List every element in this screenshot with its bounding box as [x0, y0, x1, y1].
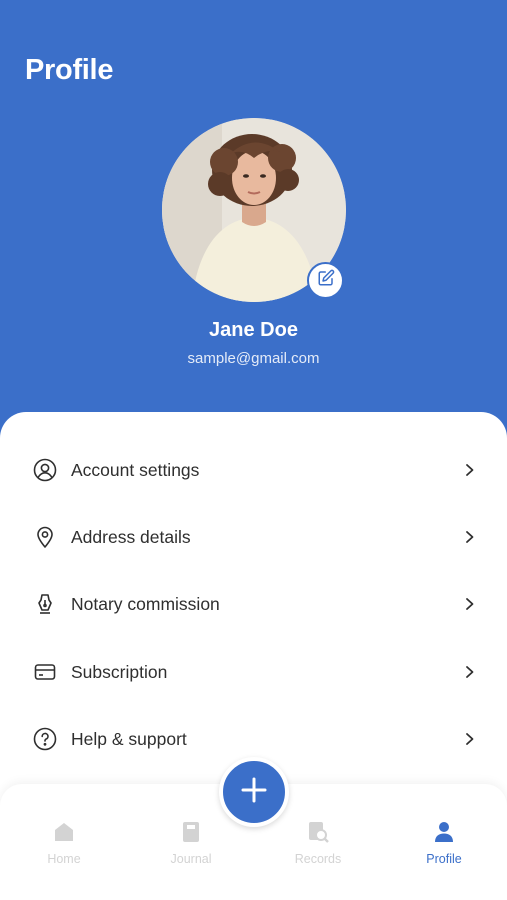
add-button[interactable]: [219, 757, 289, 827]
edit-icon: [317, 269, 335, 292]
avatar-container: [162, 118, 346, 302]
journal-icon: [177, 818, 205, 846]
menu-item-label: Help & support: [71, 728, 187, 749]
pen-nib-icon: [32, 591, 58, 617]
nav-item-records[interactable]: Records: [273, 818, 363, 868]
chevron-right-icon: [462, 529, 478, 545]
menu-item-label: Subscription: [71, 661, 168, 682]
menu-item-label: Address details: [71, 526, 191, 547]
chevron-right-icon: [462, 731, 478, 747]
credit-card-icon: [32, 659, 58, 685]
map-pin-icon: [32, 524, 58, 550]
nav-item-journal[interactable]: Journal: [146, 818, 236, 868]
nav-item-home[interactable]: Home: [19, 818, 109, 868]
plus-icon: [240, 776, 268, 809]
chevron-right-icon: [462, 462, 478, 478]
menu-item-label: Account settings: [71, 459, 200, 480]
nav-label: Profile: [426, 852, 462, 866]
user-email: sample@gmail.com: [187, 350, 320, 367]
edit-avatar-button[interactable]: [307, 262, 344, 299]
profile-icon: [430, 818, 458, 846]
chevron-right-icon: [462, 664, 478, 680]
nav-label: Records: [294, 852, 342, 866]
chevron-right-icon: [462, 596, 478, 612]
page-title: Profile: [25, 54, 114, 86]
user-circle-icon: [32, 457, 58, 483]
menu-item-subscription[interactable]: Subscription: [0, 642, 507, 702]
nav-label: Journal: [170, 852, 212, 866]
home-icon: [50, 818, 78, 846]
nav-item-profile[interactable]: Profile: [399, 818, 489, 868]
nav-label: Home: [47, 852, 81, 866]
profile-header: Profile Jane Doe sample@gmail.com: [0, 0, 507, 430]
user-name: Jane Doe: [209, 319, 298, 341]
menu-item-address-details[interactable]: Address details: [0, 507, 507, 567]
menu-item-label: Notary commission: [71, 593, 220, 614]
menu-item-account-settings[interactable]: Account settings: [0, 440, 507, 500]
records-icon: [304, 818, 332, 846]
menu-item-notary-commission[interactable]: Notary commission: [0, 574, 507, 634]
help-circle-icon: [32, 726, 58, 752]
